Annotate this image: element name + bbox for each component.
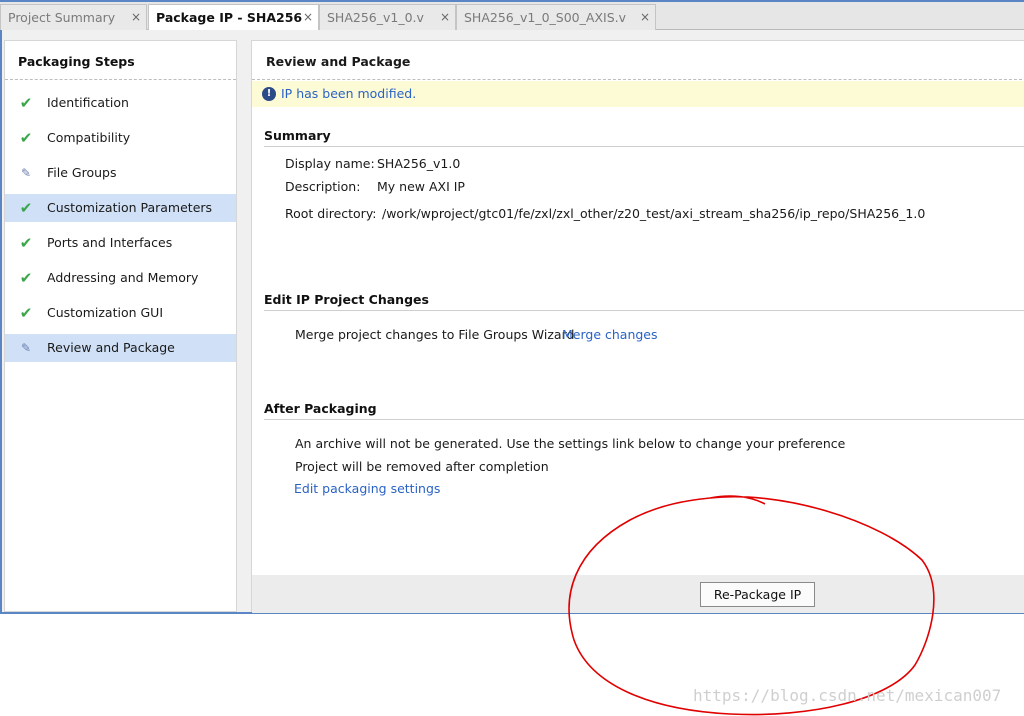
step-label: Addressing and Memory: [47, 270, 199, 285]
divider: [264, 310, 1024, 311]
page-title: Review and Package: [266, 54, 411, 69]
archive-note: An archive will not be generated. Use th…: [295, 436, 846, 451]
tab-label: Package IP - SHA256: [156, 10, 303, 25]
close-icon[interactable]: ×: [640, 5, 650, 30]
step-label: Identification: [47, 95, 129, 110]
close-icon[interactable]: ×: [440, 5, 450, 30]
merge-changes-link[interactable]: Merge changes: [562, 327, 658, 342]
root-directory-value: /work/wproject/gtc01/fe/zxl/zxl_other/z2…: [382, 206, 926, 221]
check-icon: ✔: [19, 129, 33, 147]
check-icon: ✔: [19, 304, 33, 322]
merge-changes-text: Merge project changes to File Groups Wiz…: [295, 327, 575, 342]
watermark: https://blog.csdn.net/mexican007: [693, 686, 1002, 705]
divider: [252, 79, 1024, 80]
step-label: Ports and Interfaces: [47, 235, 173, 250]
tab-sha256-s00-axis-v[interactable]: SHA256_v1_0_S00_AXIS.v ×: [456, 4, 656, 31]
package-ip-frame: Packaging Steps ✔ Identification ✔ Compa…: [0, 30, 1024, 614]
tab-label: Project Summary: [8, 10, 116, 25]
review-and-package-panel: Review and Package ! IP has been modifie…: [251, 40, 1024, 613]
removal-note: Project will be removed after completion: [295, 459, 549, 474]
description-label: Description:: [285, 179, 361, 194]
step-customization-parameters[interactable]: ✔ Customization Parameters: [5, 194, 236, 222]
step-addressing-and-memory[interactable]: ✔ Addressing and Memory: [5, 264, 236, 292]
re-package-ip-button[interactable]: Re-Package IP: [700, 582, 815, 607]
banner-message: IP has been modified.: [281, 86, 417, 101]
close-icon[interactable]: ×: [131, 5, 141, 30]
check-icon: ✔: [19, 269, 33, 287]
edit-icon: ✎: [20, 341, 32, 355]
edit-icon: ✎: [20, 166, 32, 180]
divider: [264, 419, 1024, 420]
check-icon: ✔: [19, 94, 33, 112]
step-identification[interactable]: ✔ Identification: [5, 89, 236, 117]
step-file-groups[interactable]: ✎ File Groups: [5, 159, 236, 187]
edit-packaging-settings-link[interactable]: Edit packaging settings: [294, 481, 440, 496]
check-icon: ✔: [19, 234, 33, 252]
check-icon: ✔: [19, 199, 33, 217]
editor-tab-bar: Project Summary × Package IP - SHA256 × …: [0, 0, 1024, 32]
button-bar: Re-Package IP: [252, 575, 1024, 613]
step-review-and-package[interactable]: ✎ Review and Package: [5, 334, 236, 362]
description-value: My new AXI IP: [377, 179, 465, 194]
edit-changes-title: Edit IP Project Changes: [264, 292, 429, 307]
display-name-value: SHA256_v1.0: [377, 156, 461, 171]
divider: [5, 79, 236, 80]
summary-title: Summary: [264, 128, 331, 143]
tab-label: SHA256_v1_0.v: [327, 10, 424, 25]
step-label: Compatibility: [47, 130, 131, 145]
step-compatibility[interactable]: ✔ Compatibility: [5, 124, 236, 152]
packaging-steps-title: Packaging Steps: [18, 54, 135, 69]
root-directory-label: Root directory:: [285, 206, 377, 221]
step-label: Review and Package: [47, 340, 175, 355]
tab-label: SHA256_v1_0_S00_AXIS.v: [464, 10, 626, 25]
tab-project-summary[interactable]: Project Summary ×: [0, 4, 147, 31]
modified-banner: ! IP has been modified.: [252, 81, 1024, 107]
after-packaging-title: After Packaging: [264, 401, 377, 416]
packaging-steps-panel: Packaging Steps ✔ Identification ✔ Compa…: [4, 40, 237, 612]
step-customization-gui[interactable]: ✔ Customization GUI: [5, 299, 236, 327]
info-icon: !: [262, 87, 276, 101]
step-ports-and-interfaces[interactable]: ✔ Ports and Interfaces: [5, 229, 236, 257]
step-label: Customization Parameters: [47, 200, 213, 215]
step-label: Customization GUI: [47, 305, 164, 320]
tab-sha256-v1-0-v[interactable]: SHA256_v1_0.v ×: [319, 4, 456, 31]
close-icon[interactable]: ×: [303, 5, 313, 30]
display-name-label: Display name:: [285, 156, 375, 171]
divider: [264, 146, 1024, 147]
tab-package-ip[interactable]: Package IP - SHA256 ×: [148, 4, 319, 32]
step-label: File Groups: [47, 165, 117, 180]
